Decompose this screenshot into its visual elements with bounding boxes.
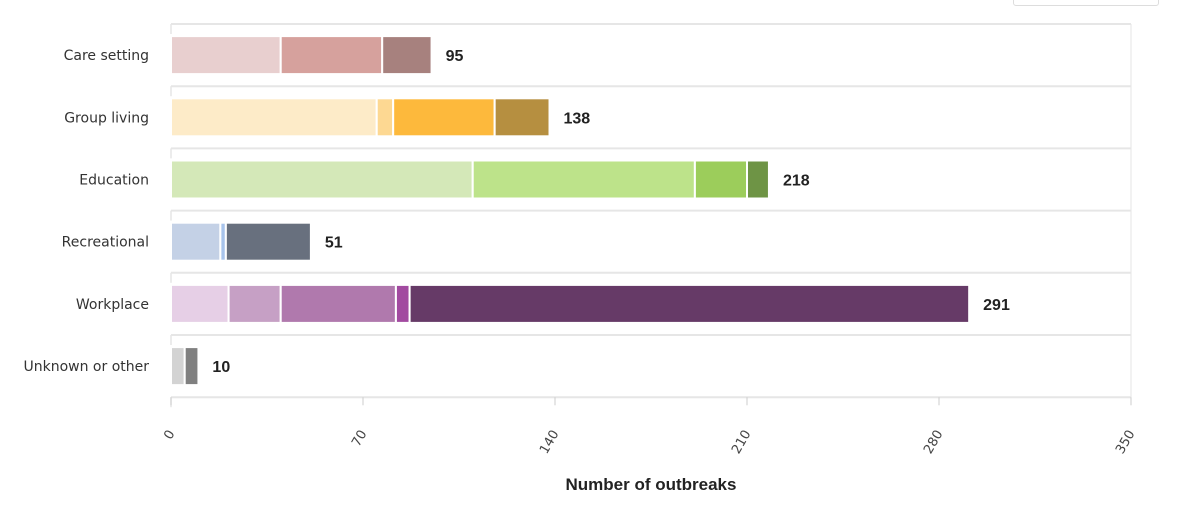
x-tick-label: 0 <box>161 428 178 443</box>
category-label: Group living <box>64 110 149 126</box>
bar-segment[interactable] <box>471 159 696 200</box>
bar-segment[interactable] <box>170 97 378 138</box>
x-tick-label: 280 <box>921 428 946 457</box>
x-tick-label: 140 <box>537 428 562 457</box>
x-tick-label: 70 <box>349 428 370 450</box>
category-labels: Care setting Group living Education Recreat… <box>23 48 149 375</box>
bar-total-label: 218 <box>783 173 810 190</box>
bar-segment[interactable] <box>381 35 433 76</box>
category-label: Workplace <box>76 297 149 313</box>
category-label: Recreational <box>62 235 149 251</box>
bar-segment[interactable] <box>183 346 200 387</box>
bar-segment[interactable] <box>227 283 282 324</box>
bar-segment[interactable] <box>693 159 749 200</box>
bar-segment[interactable] <box>375 97 395 138</box>
bar-total-label: 138 <box>564 110 591 127</box>
bar-segment[interactable] <box>279 283 397 324</box>
bar-total-label: 51 <box>325 235 343 252</box>
x-axis-title: Number of outbreaks <box>566 475 737 494</box>
bar-total-label: 291 <box>983 297 1010 314</box>
x-axis-ticks: 0 70 140 210 280 350 <box>161 397 1138 457</box>
bar-segment[interactable] <box>170 221 222 262</box>
x-tick-label: 210 <box>729 428 754 457</box>
category-label: Care setting <box>64 48 149 64</box>
bar-segment[interactable] <box>408 283 971 324</box>
bar-segment[interactable] <box>224 221 312 262</box>
bar-segment[interactable] <box>279 35 384 76</box>
bar-segment[interactable] <box>392 97 496 138</box>
bar-total-label: 95 <box>446 48 464 65</box>
bar-segment[interactable] <box>493 97 551 138</box>
bar-segment[interactable] <box>394 283 411 324</box>
category-label: Education <box>79 173 149 189</box>
bar-total-label: 10 <box>212 359 230 376</box>
x-tick-label: 350 <box>1113 428 1138 457</box>
bar-segment[interactable] <box>170 35 282 76</box>
category-label: Unknown or other <box>23 359 149 375</box>
bar-segment[interactable] <box>170 159 474 200</box>
stacked-bar-chart: 95 138 218 51 291 10 Care setting Group living… <box>23 23 1138 494</box>
bar-segment[interactable] <box>170 283 230 324</box>
bar-segment[interactable] <box>170 346 186 387</box>
bar-segment[interactable] <box>746 159 770 200</box>
gridlines <box>170 23 1132 408</box>
